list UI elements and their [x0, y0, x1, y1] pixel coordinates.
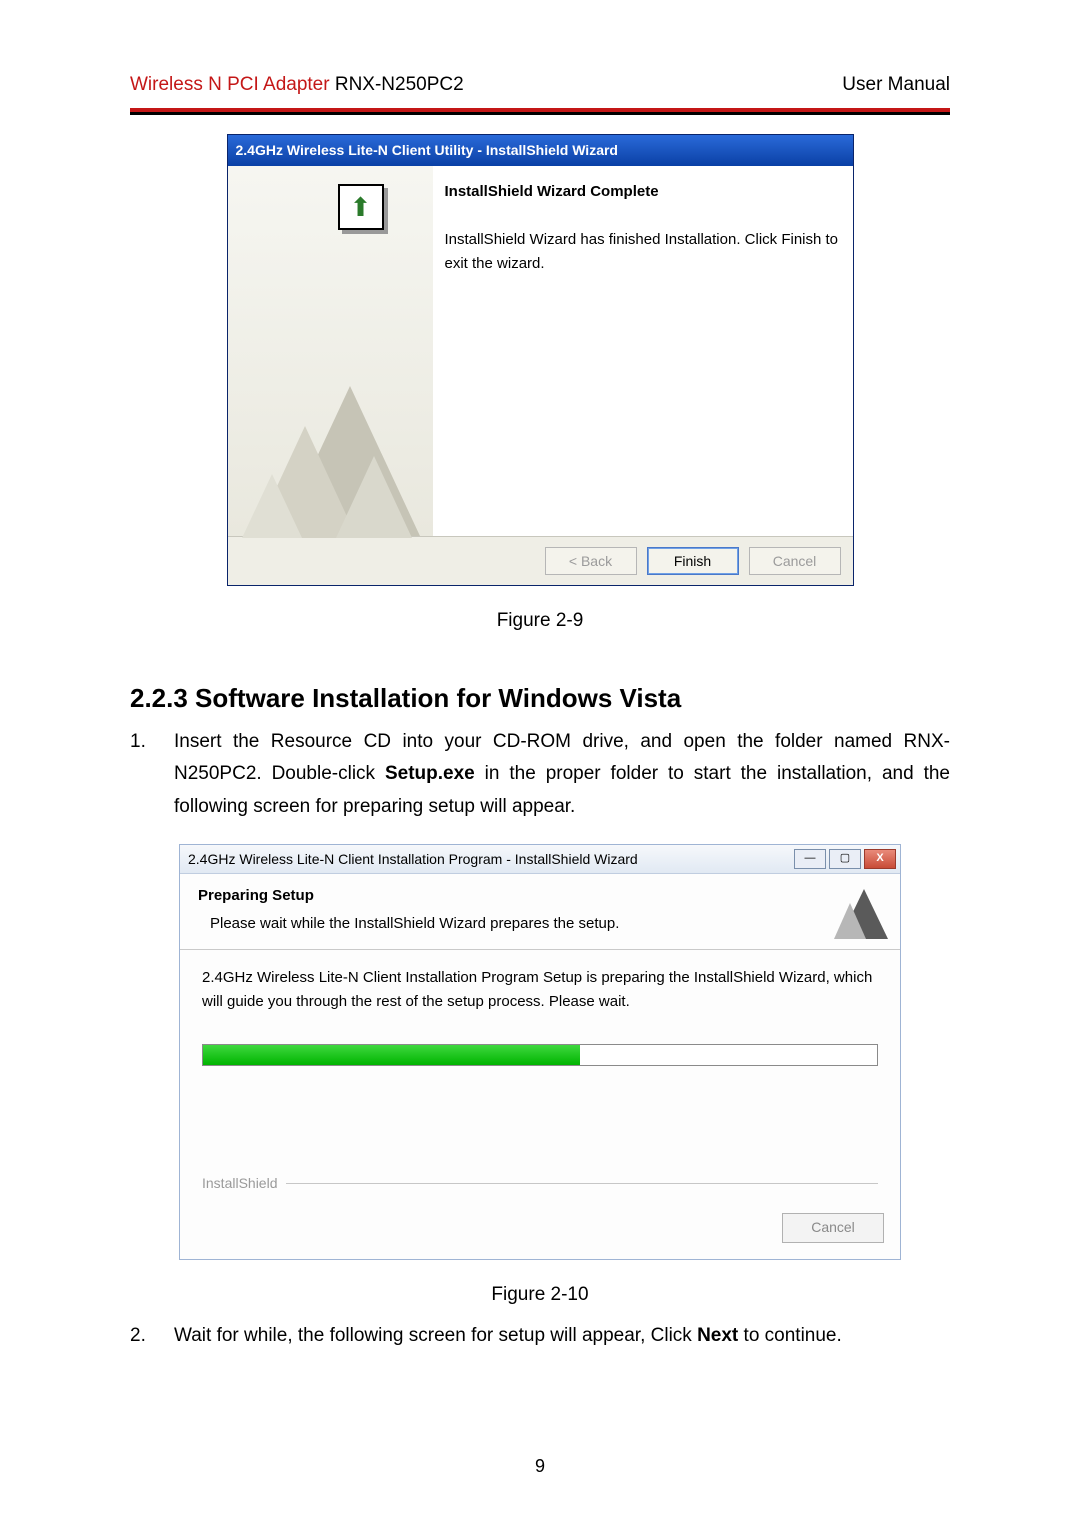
- header-usermanual: User Manual: [842, 70, 950, 100]
- header-product-model: RNX-N250PC2: [330, 74, 464, 95]
- vista-header-bold: Preparing Setup: [198, 884, 818, 908]
- step-2-number: 2.: [130, 1320, 174, 1353]
- page-number: 9: [0, 1452, 1080, 1481]
- vista-header-icon: [818, 884, 888, 939]
- figure-2-9-caption: Figure 2-9: [130, 606, 950, 636]
- progress-bar: [202, 1044, 878, 1066]
- minimize-icon[interactable]: —: [794, 849, 826, 869]
- installshield-complete-dialog: 2.4GHz Wireless Lite-N Client Utility - …: [227, 134, 854, 585]
- close-icon[interactable]: X: [864, 849, 896, 869]
- maximize-icon[interactable]: ▢: [829, 849, 861, 869]
- step-2-text: Wait for while, the following screen for…: [174, 1320, 950, 1353]
- step-1-number: 1.: [130, 726, 174, 824]
- vista-cancel-button[interactable]: Cancel: [782, 1213, 884, 1243]
- dialog-heading: InstallShield Wizard Complete: [445, 180, 843, 204]
- step-1-text: Insert the Resource CD into your CD-ROM …: [174, 726, 950, 824]
- back-button[interactable]: < Back: [545, 547, 637, 575]
- vista-header-sub: Please wait while the InstallShield Wiza…: [198, 912, 818, 936]
- dialog-text: InstallShield Wizard has finished Instal…: [445, 228, 843, 276]
- page-header: Wireless N PCI Adapter RNX-N250PC2 User …: [130, 70, 950, 104]
- section-2-2-3-heading: 2.2.3 Software Installation for Windows …: [130, 678, 950, 720]
- vista-body-text: 2.4GHz Wireless Lite-N Client Installati…: [202, 966, 878, 1014]
- dialog-side-graphic: ⬆: [228, 166, 433, 536]
- cancel-button[interactable]: Cancel: [749, 547, 841, 575]
- finish-button[interactable]: Finish: [647, 547, 739, 575]
- figure-2-10-caption: Figure 2-10: [130, 1280, 950, 1310]
- installshield-brand: InstallShield: [202, 1172, 278, 1194]
- header-product-red: Wireless N PCI Adapter: [130, 74, 330, 95]
- installer-icon: ⬆: [338, 184, 384, 230]
- vista-preparing-setup-dialog: 2.4GHz Wireless Lite-N Client Installati…: [179, 844, 901, 1260]
- vista-dialog-title: 2.4GHz Wireless Lite-N Client Installati…: [188, 848, 638, 870]
- dialog-titlebar: 2.4GHz Wireless Lite-N Client Utility - …: [228, 135, 853, 165]
- header-divider: [130, 108, 950, 114]
